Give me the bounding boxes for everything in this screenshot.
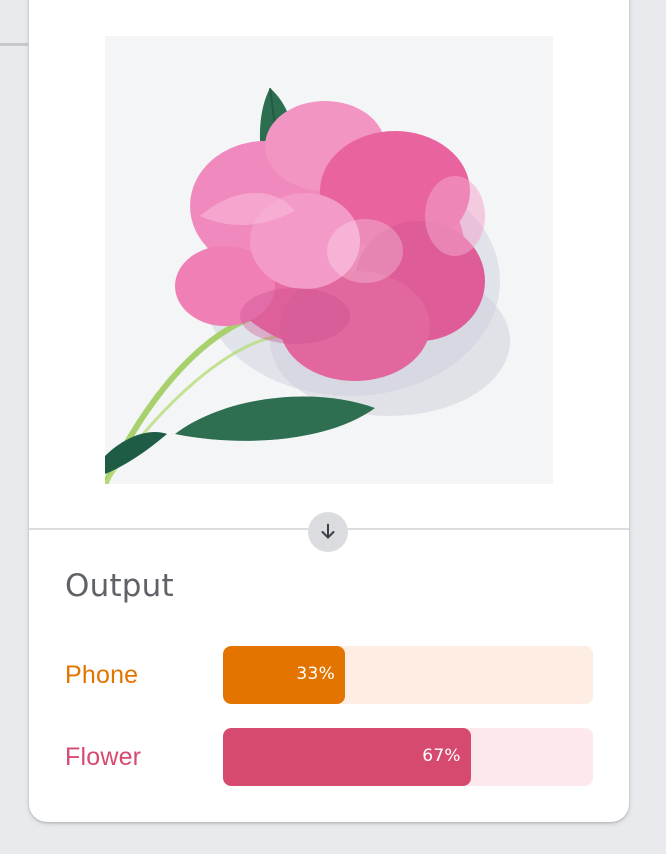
background-divider-line <box>0 43 28 46</box>
result-label: Phone <box>65 661 139 689</box>
result-row: Phone 33% <box>29 646 629 704</box>
arrow-down-icon <box>321 523 335 539</box>
model-output-card: Output Phone 33% Flower 67% <box>29 0 629 822</box>
result-row: Flower 67% <box>29 728 629 786</box>
result-bar: 67% <box>223 728 471 786</box>
result-percent: 33% <box>296 664 336 684</box>
flower-photo <box>105 36 553 484</box>
result-track: 33% <box>223 646 593 704</box>
output-heading: Output <box>65 568 174 604</box>
input-image <box>105 36 553 484</box>
arrow-down-button[interactable] <box>308 512 348 552</box>
result-percent: 67% <box>422 746 461 766</box>
result-label: Flower <box>65 743 142 771</box>
result-bar: 33% <box>223 646 346 704</box>
result-track: 67% <box>223 728 593 786</box>
